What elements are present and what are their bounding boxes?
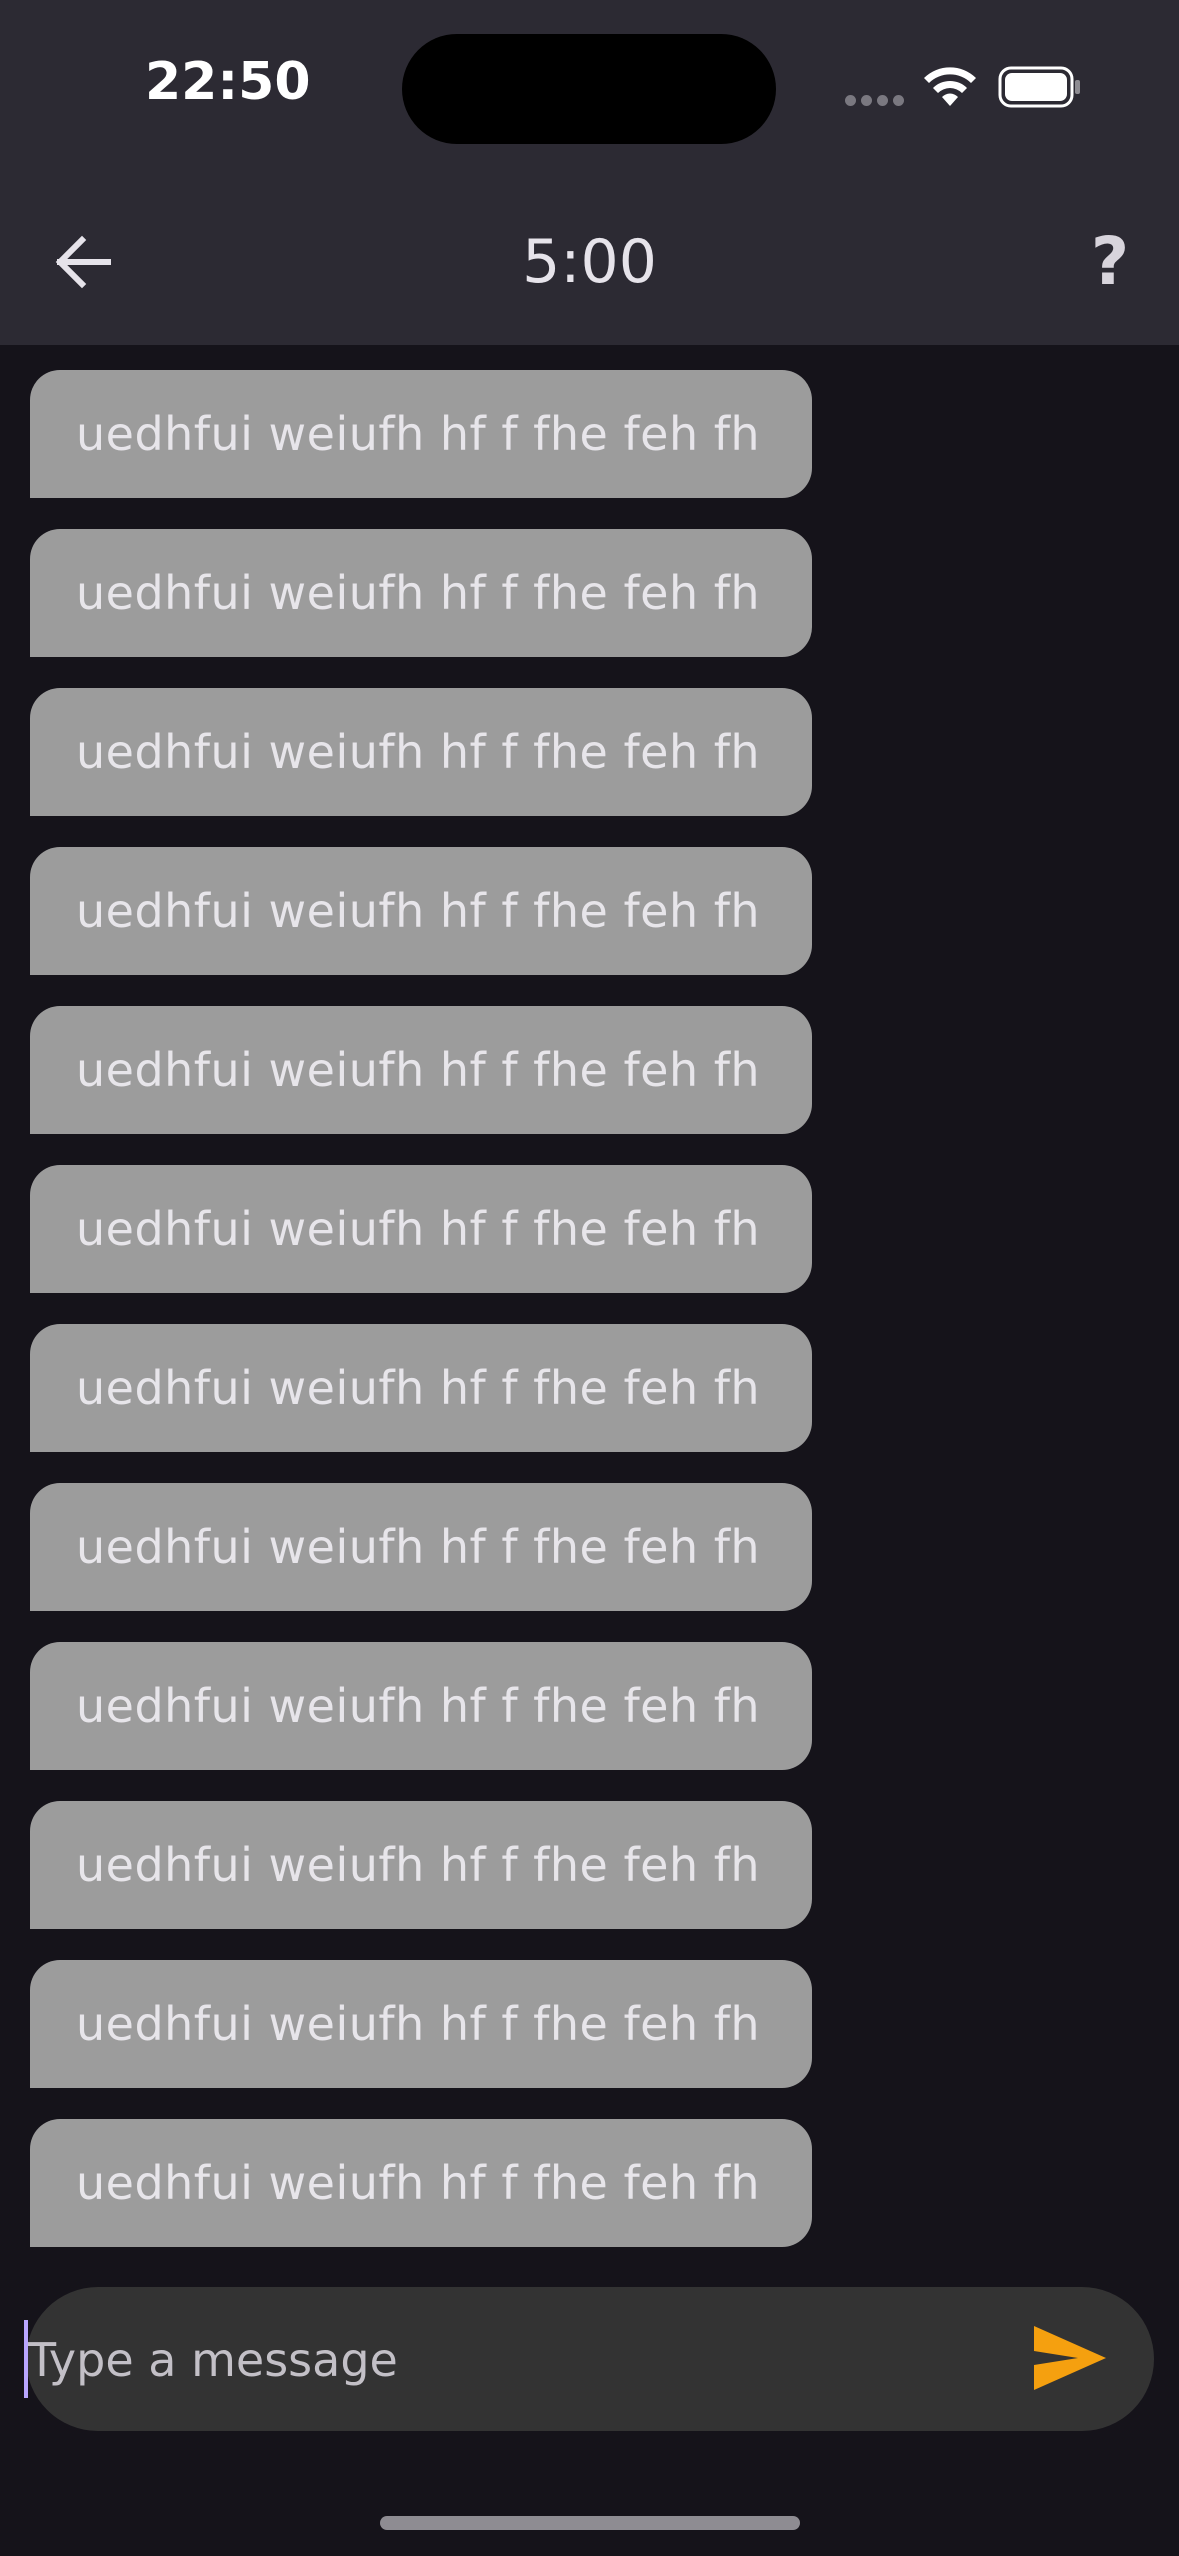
battery-icon: [998, 66, 1080, 108]
send-button[interactable]: [1032, 2322, 1108, 2394]
help-button[interactable]: ?: [1080, 222, 1140, 302]
page-title: 5:00: [522, 227, 657, 297]
message-text: uedhfui weiufh hf f fhe feh fh: [76, 1679, 761, 1733]
message-bubble: uedhfui weiufh hf f fhe feh fh: [30, 1324, 812, 1452]
message-text: uedhfui weiufh hf f fhe feh fh: [76, 725, 761, 779]
status-bar-time: 22:50: [145, 52, 311, 112]
message-text: uedhfui weiufh hf f fhe feh fh: [76, 2156, 761, 2210]
message-bubble: uedhfui weiufh hf f fhe feh fh: [30, 2119, 812, 2247]
cellular-signal-icon: [845, 95, 905, 107]
message-text: uedhfui weiufh hf f fhe feh fh: [76, 1043, 761, 1097]
message-bubble: uedhfui weiufh hf f fhe feh fh: [30, 1642, 812, 1770]
message-text: uedhfui weiufh hf f fhe feh fh: [76, 1202, 761, 1256]
message-text: uedhfui weiufh hf f fhe feh fh: [76, 1838, 761, 1892]
home-indicator[interactable]: [380, 2516, 800, 2530]
message-list[interactable]: uedhfui weiufh hf f fhe feh fh uedhfui w…: [0, 345, 1179, 2255]
wifi-icon: [924, 67, 976, 106]
message-bubble: uedhfui weiufh hf f fhe feh fh: [30, 1006, 812, 1134]
message-bubble: uedhfui weiufh hf f fhe feh fh: [30, 847, 812, 975]
message-bubble: uedhfui weiufh hf f fhe feh fh: [30, 1801, 812, 1929]
dynamic-island: [402, 34, 776, 144]
message-bubble: uedhfui weiufh hf f fhe feh fh: [30, 1483, 812, 1611]
message-text: uedhfui weiufh hf f fhe feh fh: [76, 884, 761, 938]
send-icon: [1034, 2326, 1106, 2390]
message-text: uedhfui weiufh hf f fhe feh fh: [76, 407, 761, 461]
message-bubble: uedhfui weiufh hf f fhe feh fh: [30, 1960, 812, 2088]
message-bubble: uedhfui weiufh hf f fhe feh fh: [30, 529, 812, 657]
message-text: uedhfui weiufh hf f fhe feh fh: [76, 566, 761, 620]
message-input[interactable]: [28, 2320, 998, 2400]
message-text: uedhfui weiufh hf f fhe feh fh: [76, 1997, 761, 2051]
message-text: uedhfui weiufh hf f fhe feh fh: [76, 1520, 761, 1574]
message-bubble: uedhfui weiufh hf f fhe feh fh: [30, 1165, 812, 1293]
message-text: uedhfui weiufh hf f fhe feh fh: [76, 1361, 761, 1415]
message-bubble: uedhfui weiufh hf f fhe feh fh: [30, 688, 812, 816]
message-bubble: uedhfui weiufh hf f fhe feh fh: [30, 370, 812, 498]
